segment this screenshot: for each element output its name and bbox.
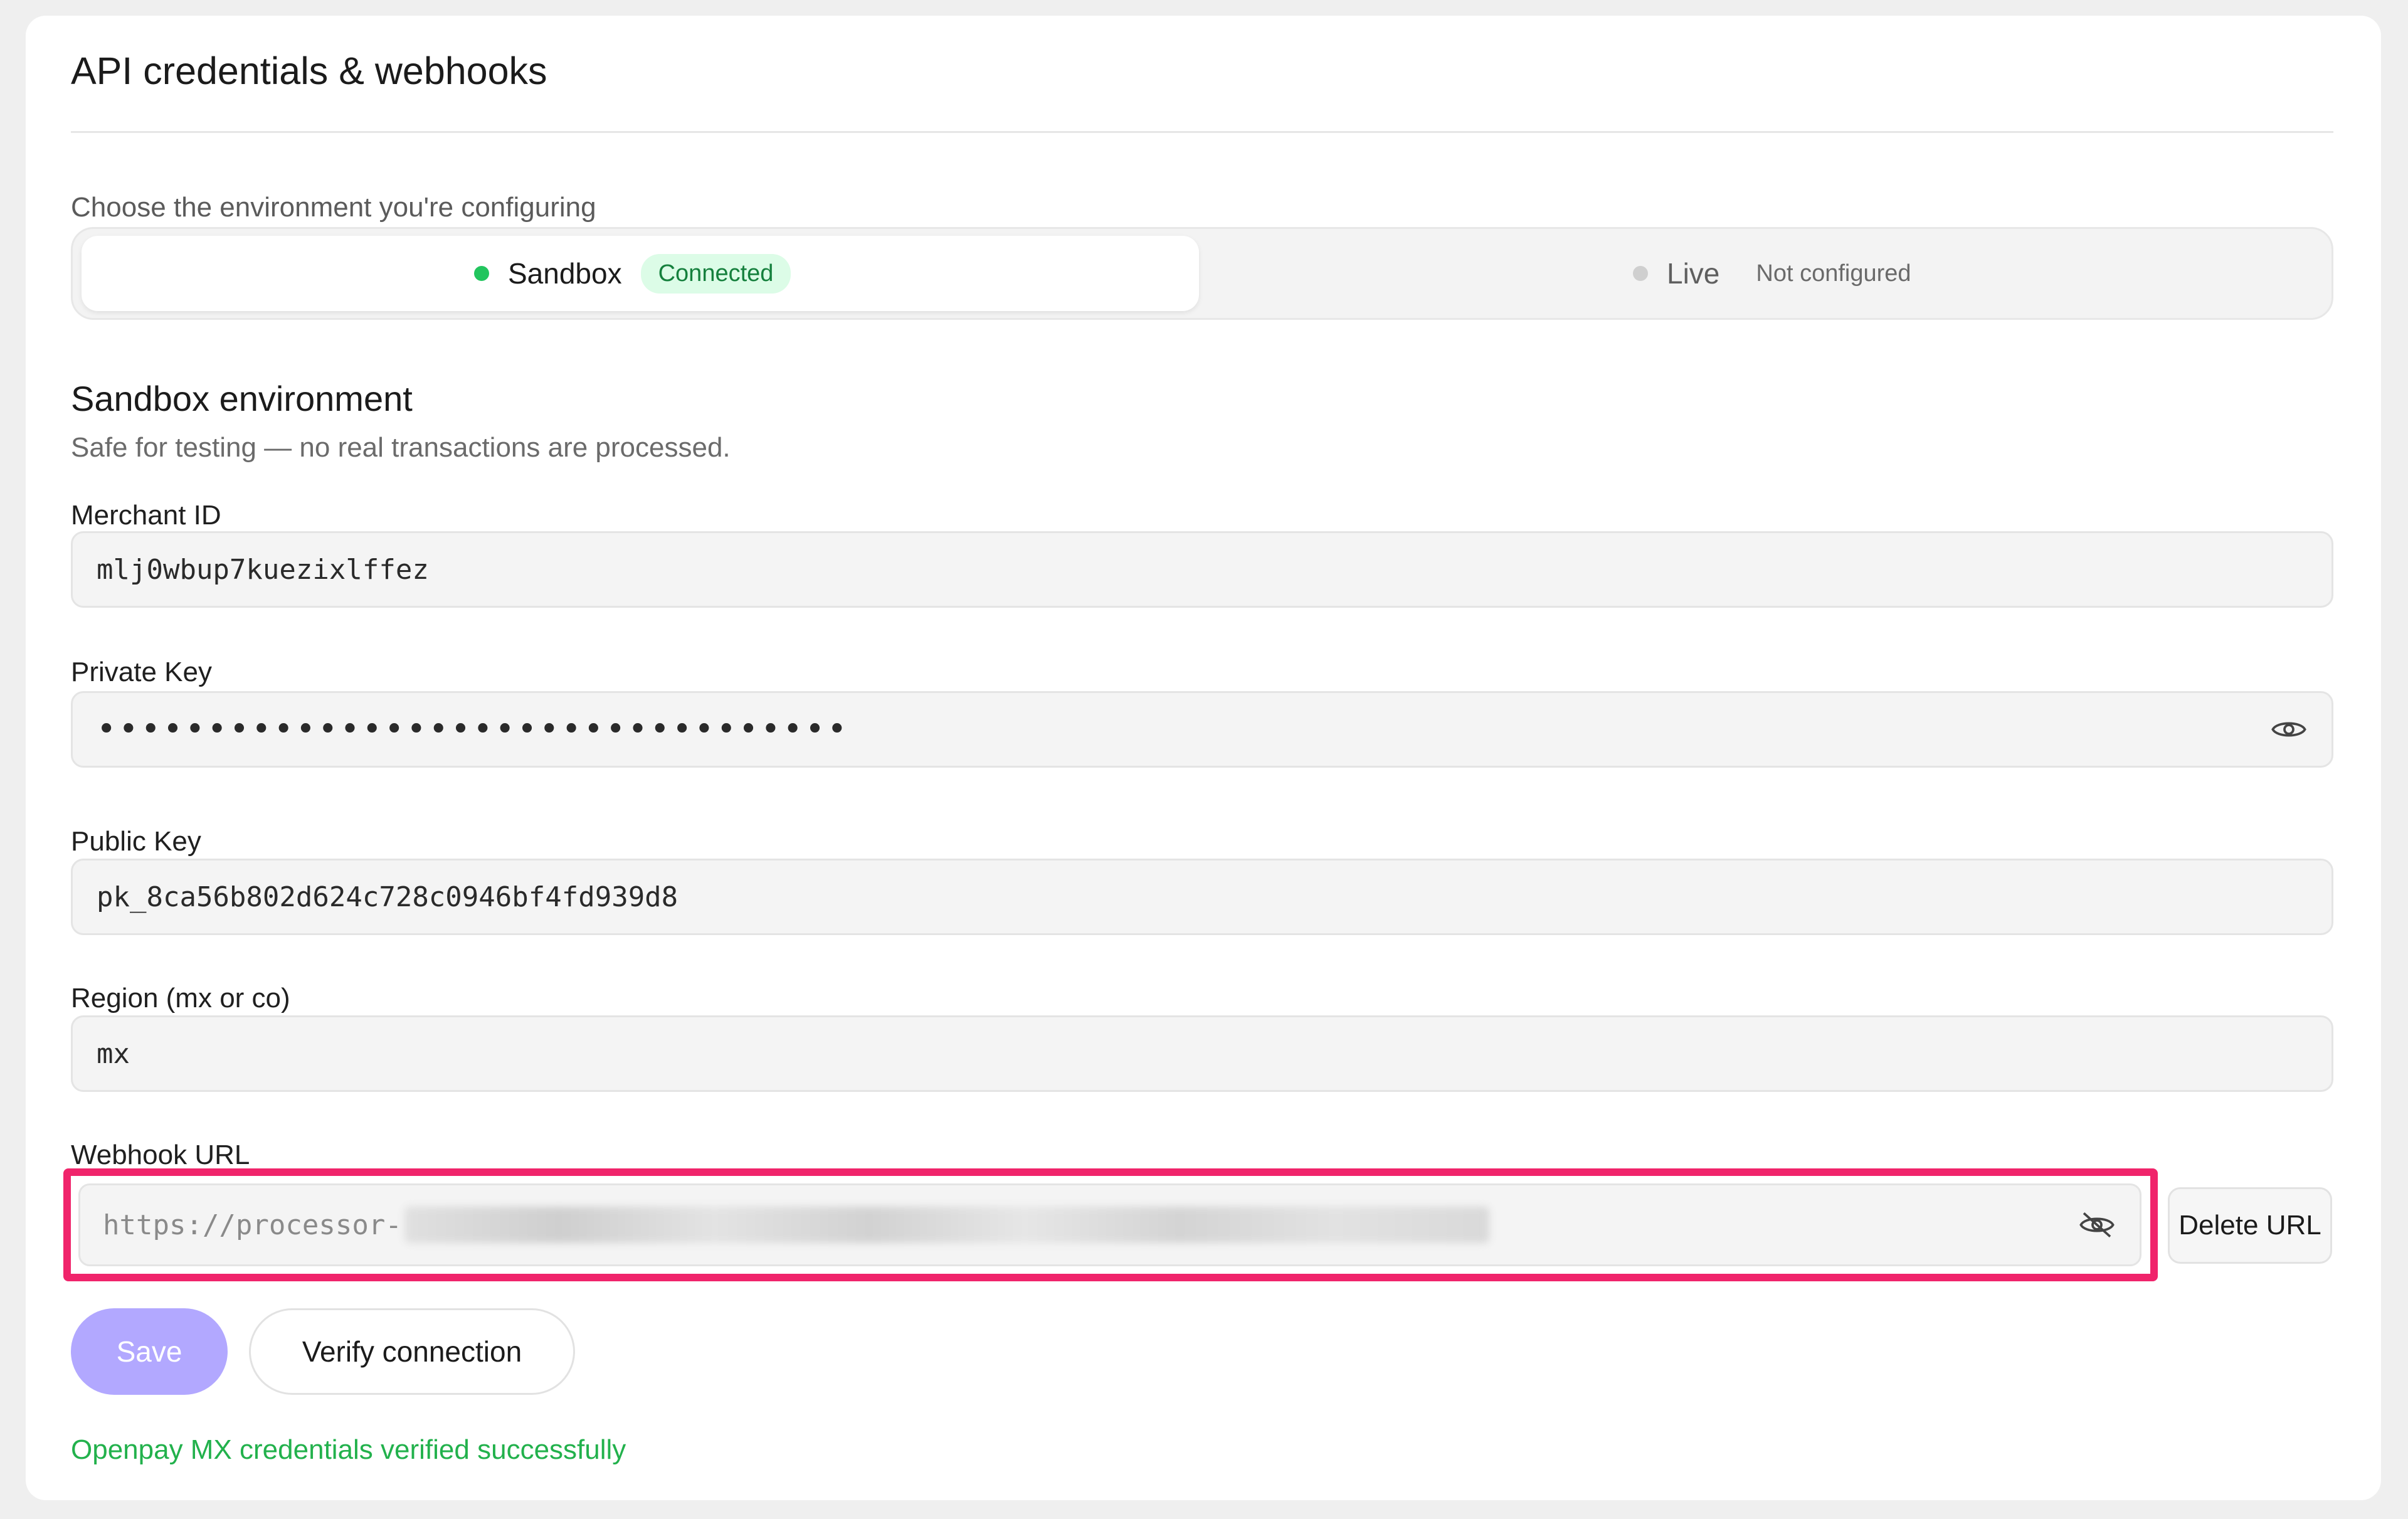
credentials-card: API credentials & webhooks Choose the en…: [26, 16, 2381, 1500]
status-badge-connected: Connected: [640, 253, 791, 294]
webhook-url-field[interactable]: https://processor-: [78, 1183, 2141, 1266]
public-key-label: Public Key: [71, 826, 201, 857]
public-key-value: pk_8ca56b802d624c728c0946bf4fd939d8: [97, 881, 679, 913]
webhook-url-label: Webhook URL: [71, 1140, 250, 1170]
region-label: Region (mx or co): [71, 983, 290, 1014]
public-key-field[interactable]: pk_8ca56b802d624c728c0946bf4fd939d8: [71, 859, 2333, 935]
status-dot-icon: [1633, 266, 1648, 281]
private-key-value: ••••••••••••••••••••••••••••••••••: [97, 711, 850, 748]
title-divider: [71, 131, 2333, 133]
success-message: Openpay MX credentials verified successf…: [71, 1434, 626, 1465]
env-option-live[interactable]: Live Not configured: [1633, 229, 1911, 318]
section-title: Sandbox environment: [71, 379, 413, 418]
env-sandbox-label-group[interactable]: Sandbox Connected: [474, 229, 791, 318]
merchant-id-field[interactable]: mlj0wbup7kuezixlffez: [71, 531, 2333, 608]
eye-icon[interactable]: [2270, 711, 2308, 748]
env-name-live: Live: [1667, 257, 1720, 290]
merchant-id-label: Merchant ID: [71, 500, 221, 531]
private-key-label: Private Key: [71, 657, 212, 687]
eye-off-icon[interactable]: [2078, 1206, 2116, 1244]
delete-url-button[interactable]: Delete URL: [2168, 1187, 2332, 1264]
verify-connection-button[interactable]: Verify connection: [249, 1308, 575, 1395]
status-dot-icon: [474, 266, 489, 281]
page-title: API credentials & webhooks: [71, 50, 547, 92]
webhook-url-value: https://processor-: [103, 1209, 402, 1241]
redacted-url-blur: [404, 1207, 1489, 1243]
webhook-highlight-box: https://processor-: [63, 1168, 2158, 1281]
status-badge-not-configured: Not configured: [1756, 260, 1911, 287]
save-button[interactable]: Save: [71, 1308, 228, 1395]
environment-toggle: Sandbox Connected Live Not configured: [71, 227, 2333, 320]
region-value: mx: [97, 1037, 130, 1070]
environment-prompt: Choose the environment you're configurin…: [71, 192, 596, 223]
env-name-sandbox: Sandbox: [508, 257, 622, 290]
region-field[interactable]: mx: [71, 1015, 2333, 1092]
section-subtitle: Safe for testing — no real transactions …: [71, 432, 731, 463]
merchant-id-value: mlj0wbup7kuezixlffez: [97, 553, 429, 586]
private-key-field[interactable]: ••••••••••••••••••••••••••••••••••: [71, 691, 2333, 768]
